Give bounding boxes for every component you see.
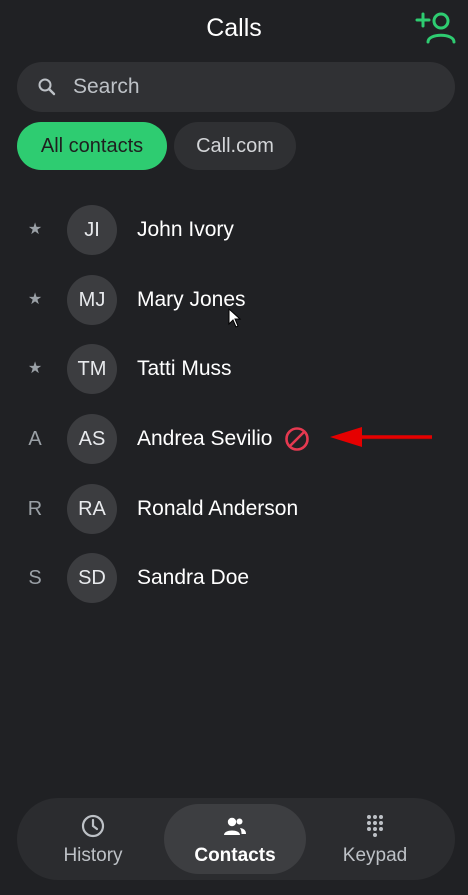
favorite-star-icon: ★: [27, 291, 43, 308]
favorite-star-icon: ★: [27, 360, 43, 377]
nav-history[interactable]: History: [22, 804, 164, 874]
filter-chip-call-com[interactable]: Call.com: [174, 122, 296, 170]
contact-name: John Ivory: [137, 218, 234, 241]
nav-keypad[interactable]: Keypad: [304, 804, 446, 874]
contact-name: Sandra Doe: [137, 566, 250, 589]
contact-row-john-ivory[interactable]: ★ JI John Ivory: [0, 197, 468, 263]
nav-contacts[interactable]: Contacts: [164, 804, 306, 874]
avatar: RA: [67, 484, 117, 534]
contact-name: Andrea Sevilio: [137, 427, 273, 450]
people-icon: [224, 817, 246, 835]
contact-row-ronald-anderson[interactable]: R RA Ronald Anderson: [0, 476, 468, 542]
contact-name: Ronald Anderson: [137, 497, 299, 520]
nav-keypad-label: Keypad: [342, 845, 408, 866]
avatar: MJ: [67, 275, 117, 325]
search-input[interactable]: [73, 62, 433, 112]
page-title: Calls: [206, 14, 262, 42]
person-add-icon: [415, 12, 456, 44]
avatar: SD: [67, 553, 117, 603]
section-letter: S: [28, 567, 42, 589]
favorite-star-icon: ★: [27, 221, 43, 238]
contact-row-sandra-doe[interactable]: S SD Sandra Doe: [0, 545, 468, 611]
blocked-icon: [285, 427, 309, 451]
add-contact-button[interactable]: [413, 8, 459, 48]
dialpad-icon: [367, 815, 383, 837]
contact-row-tatti-muss[interactable]: ★ TM Tatti Muss: [0, 336, 468, 402]
nav-contacts-label: Contacts: [194, 845, 276, 866]
bottom-navigation: History Contacts Keypad: [17, 798, 455, 880]
avatar: TM: [67, 344, 117, 394]
search-bar[interactable]: [17, 62, 455, 112]
clock-icon: [81, 814, 105, 838]
section-letter: R: [27, 498, 43, 520]
search-icon: [38, 78, 56, 96]
avatar: AS: [67, 414, 117, 464]
contact-name: Tatti Muss: [137, 357, 232, 380]
nav-history-label: History: [63, 845, 123, 866]
avatar: JI: [67, 205, 117, 255]
section-letter: A: [28, 428, 42, 450]
filter-chip-all-contacts[interactable]: All contacts: [17, 122, 167, 170]
mouse-cursor-icon: [228, 308, 242, 328]
annotation-arrow-icon: [330, 427, 432, 447]
